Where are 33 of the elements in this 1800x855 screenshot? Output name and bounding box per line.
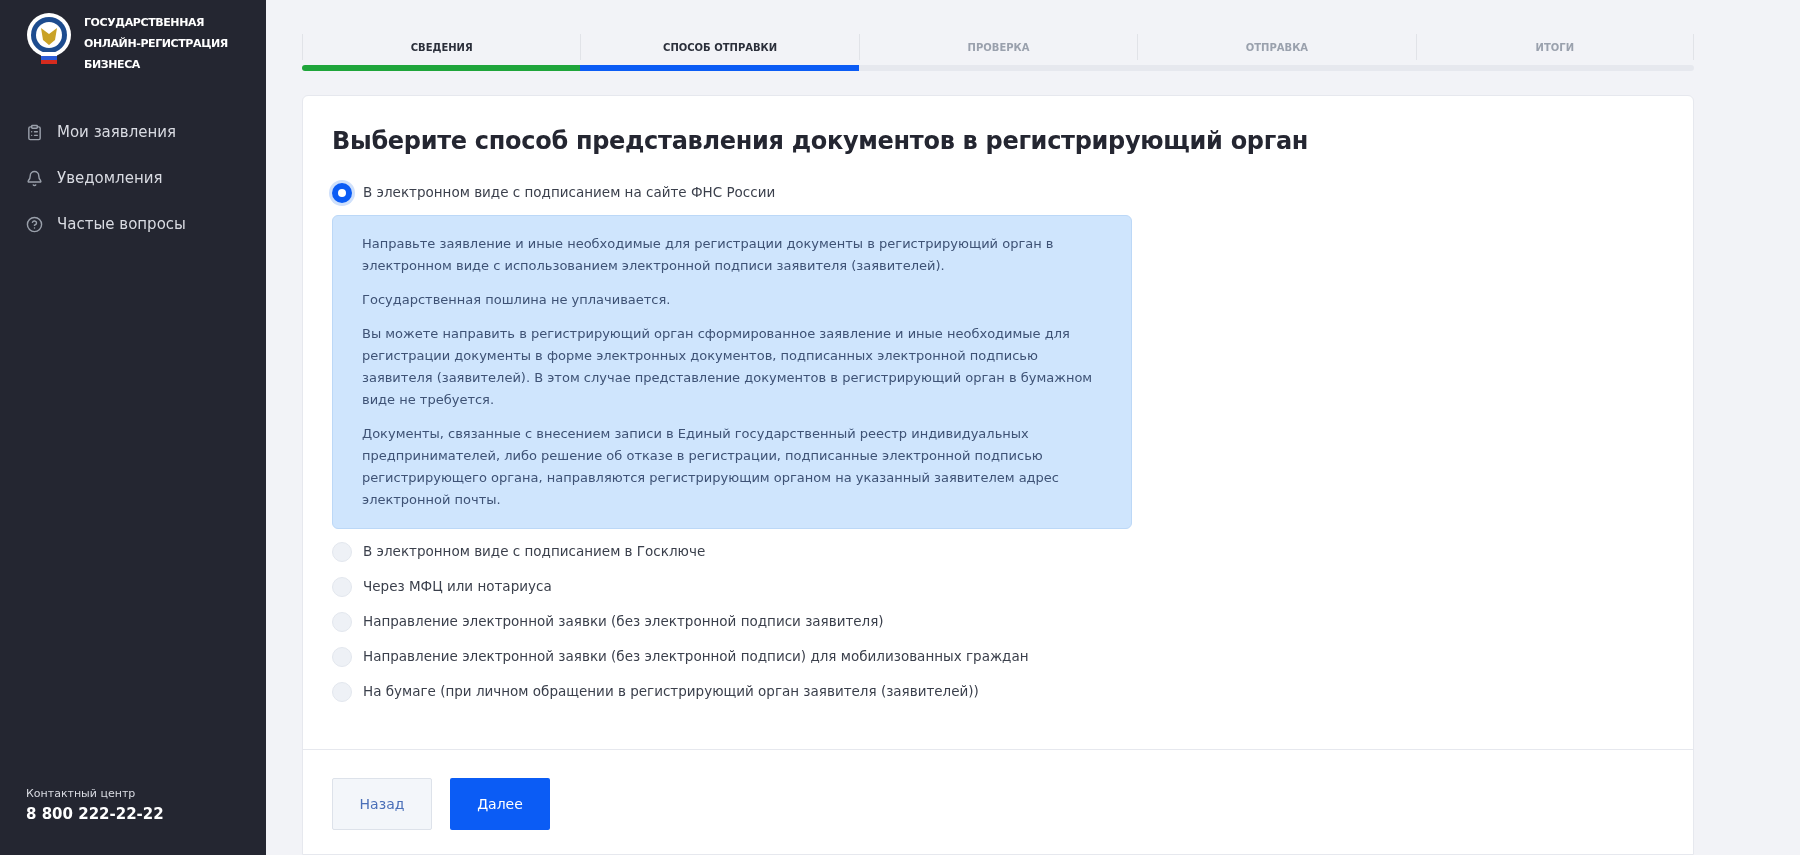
info-paragraph: Вы можете направить в регистрирующий орган сформированное заявление и иные необходимые для регистрации документы в форме электронных документов, подписанных электронной подписью заявителя (заявителей). В этом случае представление документов в регистрирующий орган в бумажном виде не требуется. [362, 325, 1094, 409]
help-icon [26, 215, 43, 233]
nav-button[interactable]: Далее [450, 778, 550, 830]
sidebar-item[interactable]: Уведомления [26, 165, 240, 191]
radio-option[interactable]: Направление электронной заявки (без электронной подписи заявителя) [332, 604, 1664, 639]
brand-title: ГОСУДАРСТВЕННАЯ [84, 15, 206, 31]
radio-button[interactable] [332, 646, 352, 667]
emblem-logo [26, 12, 72, 66]
form-title: Выберите способ представления документов в регистрирующий орган [332, 126, 1310, 157]
radio-button[interactable] [332, 182, 352, 203]
radio-button[interactable] [332, 541, 352, 562]
radio-option[interactable]: Направление электронной заявки (без электронной подписи) для мобилизованных граждан [332, 639, 1664, 674]
info-paragraph: Государственная пошлина не уплачивается. [362, 291, 672, 309]
radio-button[interactable] [332, 576, 352, 597]
radio-option[interactable]: В электронном виде с подписанием на сайте ФНС России [332, 175, 1664, 210]
radio-button[interactable] [332, 681, 352, 702]
brand-title: ОНЛАЙН-РЕГИСТРАЦИЯ [84, 36, 228, 52]
nav-button[interactable]: Назад [332, 778, 432, 830]
bell-icon [26, 169, 43, 187]
radio-option[interactable]: Через МФЦ или нотариуса [332, 569, 1664, 604]
info-paragraph: Направьте заявление и иные необходимые для регистрации документы в регистрирующий орган в электронном виде с использованием электронной подписи заявителя (заявителей). [362, 235, 1055, 275]
radio-option[interactable]: В электронном виде с подписанием в Госключе [332, 534, 1664, 569]
radio-button[interactable] [332, 611, 352, 632]
brand-title: БИЗНЕСА [84, 57, 141, 73]
sidebar-item[interactable]: Частые вопросы [26, 211, 240, 237]
step-tab[interactable]: СПОСОБ ОТПРАВКИ [580, 34, 859, 71]
step-tab[interactable]: СВЕДЕНИЯ [302, 34, 581, 71]
contact-phone: 8 800 222-22-22 [26, 803, 165, 825]
info-paragraph: Документы, связанные с внесением записи в Единый государственный реестр индивидуальных предпринимателей, либо решение об отказе в регистрации, подписанные электронной подписью регистрирующего органа, направляются регистрирующим органом на указанный заявителем адрес электронной почты. [362, 425, 1060, 509]
radio-option[interactable]: На бумаге (при личном обращении в регистрирующий орган заявителя (заявителей)) [332, 674, 1664, 709]
sidebar-item[interactable]: Мои заявления [26, 119, 240, 145]
contact-label: Контактный центр [26, 786, 137, 802]
clipboard-icon [26, 123, 43, 141]
